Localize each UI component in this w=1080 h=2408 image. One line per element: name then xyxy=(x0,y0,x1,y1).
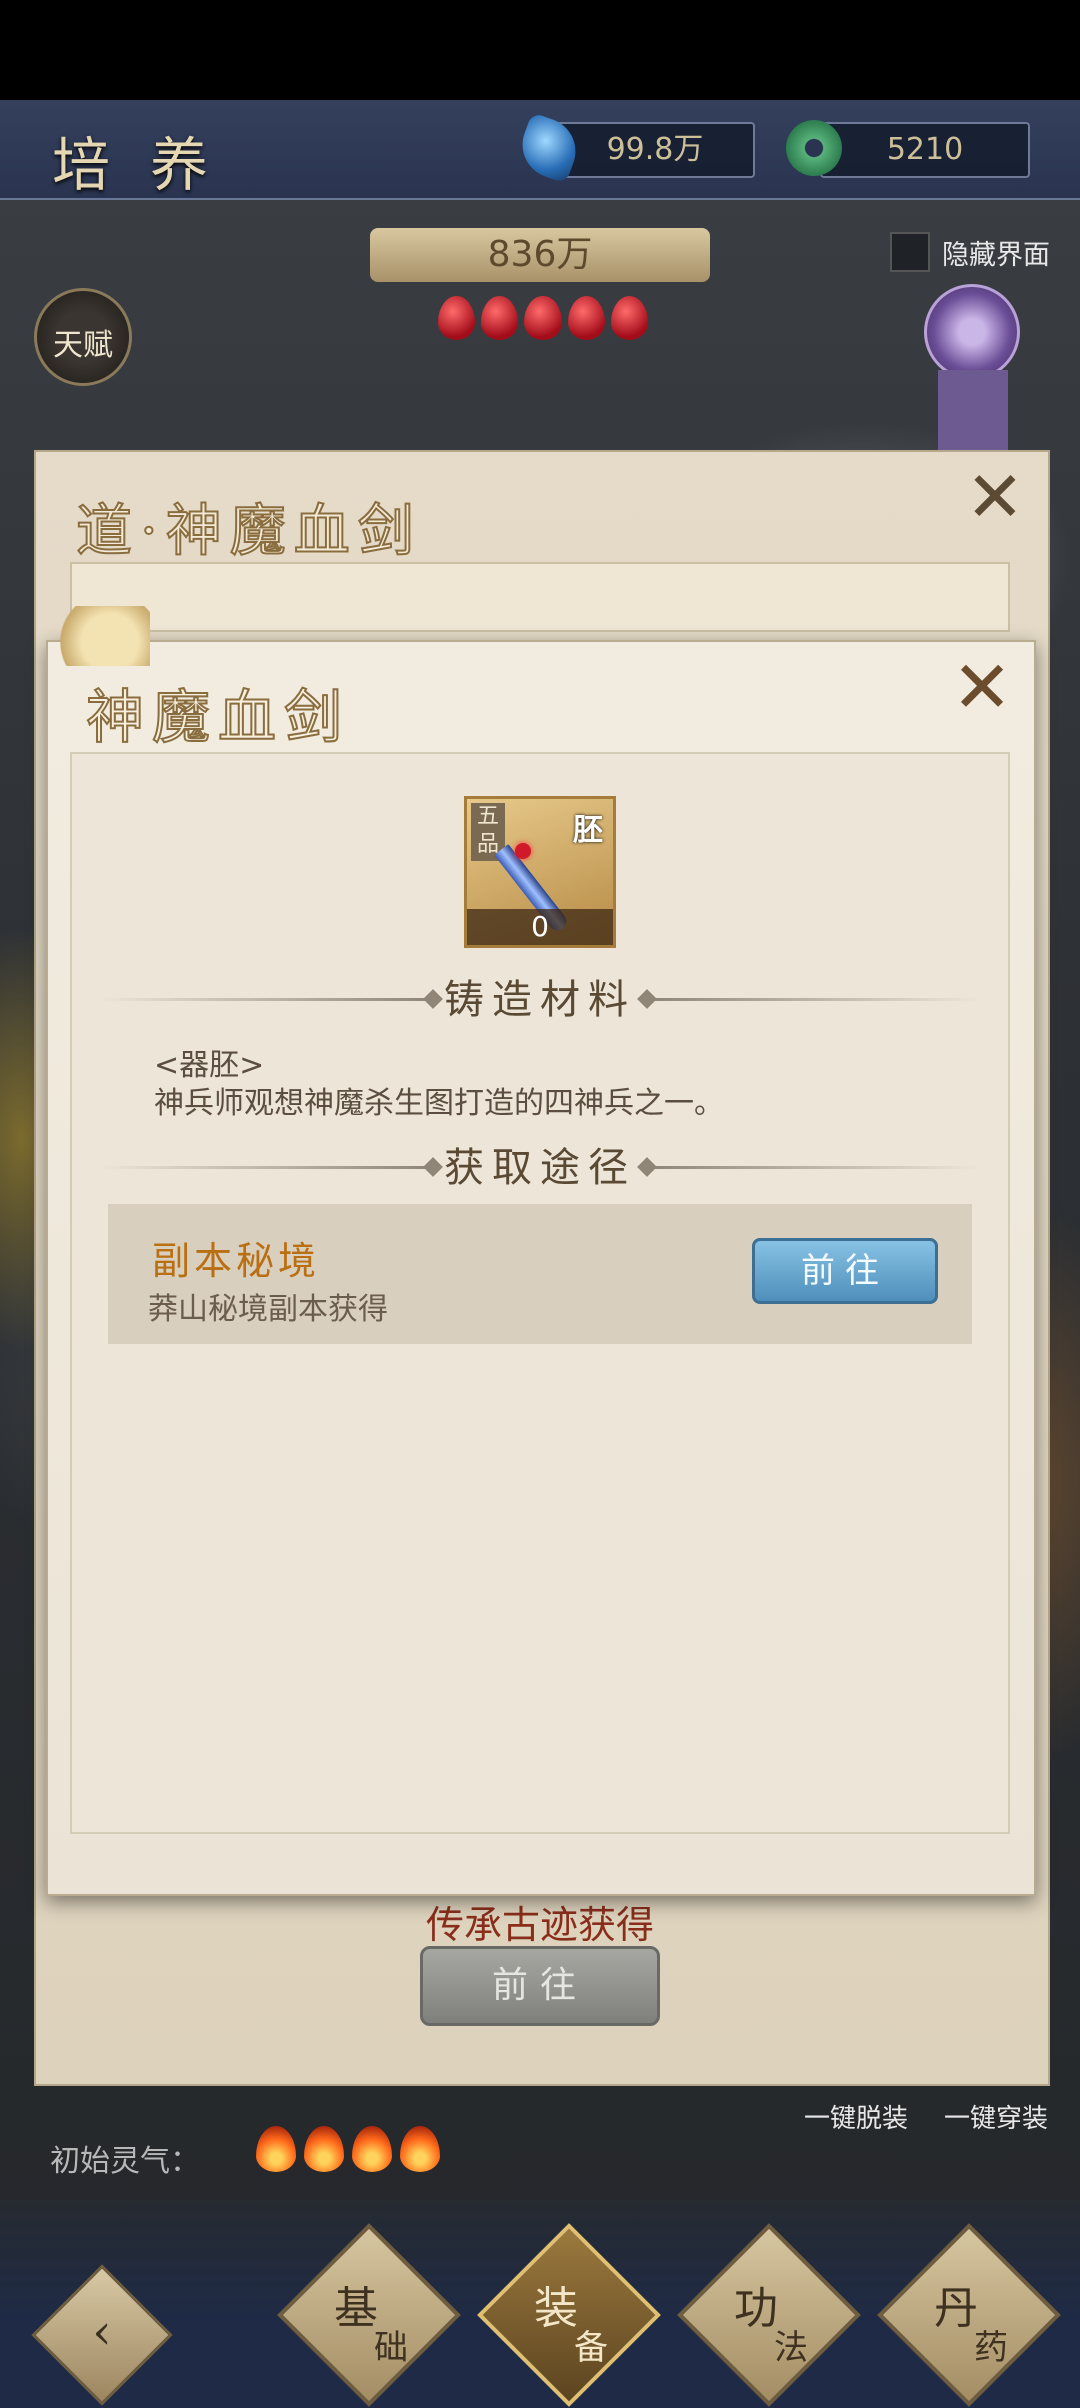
close-icon[interactable]: ✕ xyxy=(950,651,1014,723)
gem-icon xyxy=(515,843,531,859)
flame-icon xyxy=(400,2126,440,2172)
nav-label-2: 备 xyxy=(574,2328,608,2368)
nav-equipment[interactable]: 装 备 xyxy=(477,2223,661,2407)
nav-basic[interactable]: 基 础 xyxy=(277,2223,461,2407)
jade-value: 5210 xyxy=(886,132,964,167)
hide-ui-toggle[interactable]: 隐藏界面 xyxy=(890,230,1050,274)
blood-drops xyxy=(438,296,649,342)
power-value: 836万 xyxy=(487,234,593,275)
route-description: 莽山秘境副本获得 xyxy=(148,1292,388,1327)
flame-icon xyxy=(352,2126,392,2172)
source-route-row: 副本秘境 莽山秘境副本获得 前往 xyxy=(108,1204,972,1344)
nav-label-2: 础 xyxy=(374,2328,408,2368)
combat-power: 836万 xyxy=(370,228,710,282)
qi-label: 初始灵气： xyxy=(50,2144,200,2179)
blood-drop-icon xyxy=(481,296,519,340)
goto-button[interactable]: 前往 xyxy=(752,1238,938,1304)
item-count: 0 xyxy=(467,909,613,945)
item-card[interactable]: 五品 胚 0 xyxy=(464,796,616,948)
material-description: 神兵师观想神魔杀生图打造的四神兵之一。 xyxy=(154,1086,724,1121)
jade-resource[interactable]: 5210 xyxy=(786,120,1030,178)
qi-flames xyxy=(256,2126,440,2172)
nav-elixir[interactable]: 丹 药 xyxy=(877,2223,1061,2407)
blood-drop-icon xyxy=(524,296,562,340)
flame-icon xyxy=(256,2126,296,2172)
section-header-source: 获取途径 xyxy=(70,1138,1010,1198)
crystal-resource[interactable]: 99.8万 xyxy=(513,112,755,184)
nav-label-1: 丹 xyxy=(934,2283,978,2334)
unequip-all-button[interactable]: 一键脱装 xyxy=(804,2098,908,2135)
back-goto-button[interactable]: 前往 xyxy=(420,1946,660,2026)
equip-all-button[interactable]: 一键穿装 xyxy=(944,2098,1048,2135)
blood-drop-icon xyxy=(438,296,476,340)
nav-label-1: 基 xyxy=(334,2283,378,2334)
cloud-icon xyxy=(50,606,150,666)
dialog-title: 神魔血剑 xyxy=(85,682,351,752)
talent-button[interactable]: 天赋 xyxy=(34,288,132,386)
back-close-icon[interactable]: ✕ xyxy=(960,462,1030,532)
back-dialog-title: 道·神魔血剑 xyxy=(75,498,422,565)
nav-label-1: 装 xyxy=(534,2283,578,2334)
section-header-material: 铸造材料 xyxy=(70,970,1010,1030)
divider xyxy=(650,1166,980,1169)
hide-ui-checkbox[interactable] xyxy=(890,232,930,272)
nav-label-2: 药 xyxy=(974,2328,1008,2368)
side-tab[interactable] xyxy=(938,370,1008,460)
blood-drop-icon xyxy=(567,296,605,340)
back-source-text: 传承古迹获得 xyxy=(425,1903,654,1947)
page-title: 培养 xyxy=(52,131,249,199)
nav-skills[interactable]: 功 法 xyxy=(677,2223,861,2407)
swirl-emblem-icon[interactable] xyxy=(924,284,1020,380)
jade-icon xyxy=(786,120,842,176)
item-type: 胚 xyxy=(573,813,603,848)
top-bar: 培养 99.8万 5210 xyxy=(0,100,1080,200)
flame-icon xyxy=(304,2126,344,2172)
blood-drop-icon xyxy=(610,296,649,340)
back-arrow-icon: ‹ xyxy=(92,2304,112,2360)
talent-label: 天赋 xyxy=(53,328,113,363)
crystal-value: 99.8万 xyxy=(606,132,704,167)
crystal-icon xyxy=(513,112,585,184)
back-dialog-panel xyxy=(70,562,1010,632)
nav-label-1: 功 xyxy=(734,2283,778,2334)
hide-ui-label: 隐藏界面 xyxy=(942,239,1050,271)
nav-label-2: 法 xyxy=(774,2328,808,2368)
route-name: 副本秘境 xyxy=(152,1239,321,1283)
divider xyxy=(650,998,980,1001)
